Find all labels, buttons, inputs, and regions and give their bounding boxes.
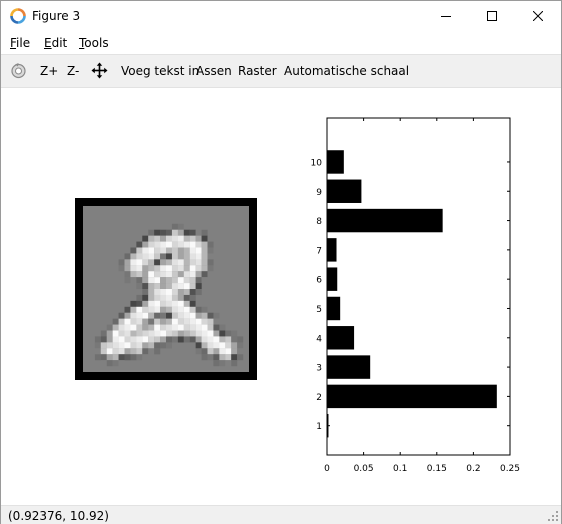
- maximize-button[interactable]: [469, 1, 515, 31]
- y-tick-label: 8: [316, 217, 322, 227]
- close-icon: [533, 11, 543, 21]
- menu-file-label: ile: [16, 36, 31, 50]
- menu-bar: File Edit Tools: [1, 32, 561, 54]
- figure-toolbar: Z+ Z- Voeg tekst in Assen Raster Automat…: [1, 54, 561, 88]
- bar: [327, 326, 355, 350]
- y-tick-label: 6: [316, 276, 322, 286]
- x-tick-label: 0.1: [393, 464, 407, 474]
- pan-icon[interactable]: [91, 62, 108, 79]
- y-tick-label: 4: [316, 334, 322, 344]
- bar: [327, 208, 443, 233]
- x-tick-label: 0.05: [354, 464, 374, 474]
- y-tick-label: 10: [311, 158, 323, 168]
- menu-edit-label: dit: [51, 36, 68, 50]
- rotate-icon[interactable]: [10, 62, 27, 79]
- close-button[interactable]: [515, 1, 561, 31]
- figure-window: Figure 3 File Edit Tools Z+ Z- Voeg teks…: [0, 0, 562, 524]
- window-title: Figure 3: [32, 9, 81, 23]
- menu-file[interactable]: File: [10, 36, 30, 50]
- bar: [327, 384, 497, 409]
- title-bar[interactable]: Figure 3: [1, 1, 561, 31]
- bar-chart[interactable]: 1 2 3 4 5 6 7 8 9 10 0 0.05 0.1 0.15 0.2 0.25: [1, 89, 561, 505]
- menu-tools[interactable]: Tools: [79, 36, 109, 50]
- autoscale-button[interactable]: Automatische schaal: [284, 64, 409, 78]
- menu-edit[interactable]: Edit: [44, 36, 67, 50]
- menu-edit-mnemonic: E: [44, 36, 52, 50]
- insert-text-button[interactable]: Voeg tekst in: [121, 64, 199, 78]
- x-tick-label: 0.2: [466, 464, 480, 474]
- y-tick-label: 2: [316, 393, 322, 403]
- bar: [327, 179, 362, 203]
- cursor-coordinates: (0.92376, 10.92): [8, 509, 109, 523]
- axes-button[interactable]: Assen: [196, 64, 232, 78]
- figure-canvas[interactable]: 1 2 3 4 5 6 7 8 9 10 0 0.05 0.1 0.15 0.2 0.25: [1, 89, 561, 505]
- y-tick-label: 3: [316, 364, 322, 374]
- bar: [327, 355, 371, 379]
- y-tick-label: 7: [316, 246, 322, 256]
- x-tick-label: 0.25: [500, 464, 520, 474]
- grid-button[interactable]: Raster: [238, 64, 277, 78]
- octave-logo-icon: [10, 8, 26, 24]
- status-bar: (0.92376, 10.92): [1, 505, 561, 524]
- menu-tools-label: ools: [84, 36, 109, 50]
- minimize-icon: [441, 16, 451, 17]
- minimize-button[interactable]: [423, 1, 469, 31]
- x-tick-label: 0: [324, 464, 330, 474]
- y-tick-label: 1: [316, 422, 322, 432]
- x-tick-label: 0.15: [427, 464, 447, 474]
- resize-grip-icon[interactable]: [547, 510, 559, 522]
- y-tick-label: 9: [316, 188, 322, 198]
- y-tick-label: 5: [316, 305, 322, 315]
- zoom-in-button[interactable]: Z+: [40, 64, 58, 78]
- maximize-icon: [487, 11, 497, 21]
- zoom-out-button[interactable]: Z-: [67, 64, 79, 78]
